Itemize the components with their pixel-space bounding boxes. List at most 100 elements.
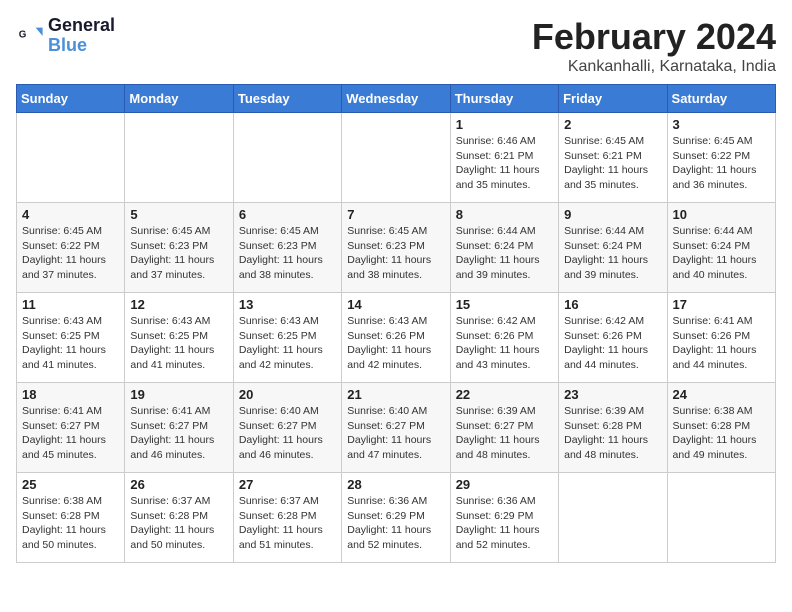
day-info: Sunrise: 6:45 AM Sunset: 6:22 PM Dayligh… — [22, 224, 119, 283]
day-cell: 6 Sunrise: 6:45 AM Sunset: 6:23 PM Daylig… — [233, 203, 341, 293]
day-number: 21 — [347, 387, 444, 402]
day-info: Sunrise: 6:45 AM Sunset: 6:21 PM Dayligh… — [564, 134, 661, 193]
day-info: Sunrise: 6:38 AM Sunset: 6:28 PM Dayligh… — [673, 404, 770, 463]
day-info: Sunrise: 6:43 AM Sunset: 6:26 PM Dayligh… — [347, 314, 444, 373]
day-cell: 20 Sunrise: 6:40 AM Sunset: 6:27 PM Dayli… — [233, 383, 341, 473]
day-cell: 24Sunrise: 6:38 AM Sunset: 6:28 PM Dayli… — [667, 383, 775, 473]
day-number: 7 — [347, 207, 444, 222]
day-info: Sunrise: 6:45 AM Sunset: 6:22 PM Dayligh… — [673, 134, 770, 193]
day-cell: 7 Sunrise: 6:45 AM Sunset: 6:23 PM Daylig… — [342, 203, 450, 293]
day-info: Sunrise: 6:41 AM Sunset: 6:26 PM Dayligh… — [673, 314, 770, 373]
day-cell: 5Sunrise: 6:45 AM Sunset: 6:23 PM Daylig… — [125, 203, 233, 293]
location-title: Kankanhalli, Karnataka, India — [532, 58, 776, 76]
day-cell: 4 Sunrise: 6:45 AM Sunset: 6:22 PM Daylig… — [17, 203, 125, 293]
day-cell: 9Sunrise: 6:44 AM Sunset: 6:24 PM Daylig… — [559, 203, 667, 293]
day-number: 9 — [564, 207, 661, 222]
day-cell: 12 Sunrise: 6:43 AM Sunset: 6:25 PM Dayli… — [125, 293, 233, 383]
day-number: 17 — [673, 297, 770, 312]
day-cell: 15Sunrise: 6:42 AM Sunset: 6:26 PM Dayli… — [450, 293, 558, 383]
day-number: 18 — [22, 387, 119, 402]
day-number: 28 — [347, 477, 444, 492]
title-area: February 2024 Kankanhalli, Karnataka, In… — [532, 16, 776, 76]
week-row-0: 1Sunrise: 6:46 AM Sunset: 6:21 PM Daylig… — [17, 113, 776, 203]
day-number: 26 — [130, 477, 227, 492]
day-cell — [125, 113, 233, 203]
calendar-header: SundayMondayTuesdayWednesdayThursdayFrid… — [17, 85, 776, 113]
day-info: Sunrise: 6:43 AM Sunset: 6:25 PM Dayligh… — [239, 314, 336, 373]
day-info: Sunrise: 6:41 AM Sunset: 6:27 PM Dayligh… — [22, 404, 119, 463]
day-number: 14 — [347, 297, 444, 312]
day-number: 5 — [130, 207, 227, 222]
day-cell: 17 Sunrise: 6:41 AM Sunset: 6:26 PM Dayli… — [667, 293, 775, 383]
day-number: 8 — [456, 207, 553, 222]
day-info: Sunrise: 6:39 AM Sunset: 6:28 PM Dayligh… — [564, 404, 661, 463]
week-row-3: 18 Sunrise: 6:41 AM Sunset: 6:27 PM Dayli… — [17, 383, 776, 473]
day-number: 6 — [239, 207, 336, 222]
calendar-body: 1Sunrise: 6:46 AM Sunset: 6:21 PM Daylig… — [17, 113, 776, 563]
header-cell-thursday: Thursday — [450, 85, 558, 113]
week-row-2: 11 Sunrise: 6:43 AM Sunset: 6:25 PM Dayli… — [17, 293, 776, 383]
day-info: Sunrise: 6:37 AM Sunset: 6:28 PM Dayligh… — [239, 494, 336, 553]
header-cell-wednesday: Wednesday — [342, 85, 450, 113]
day-cell: 14 Sunrise: 6:43 AM Sunset: 6:26 PM Dayli… — [342, 293, 450, 383]
week-row-1: 4 Sunrise: 6:45 AM Sunset: 6:22 PM Daylig… — [17, 203, 776, 293]
logo-icon: G — [16, 22, 44, 50]
day-cell: 29Sunrise: 6:36 AM Sunset: 6:29 PM Dayli… — [450, 473, 558, 563]
day-number: 23 — [564, 387, 661, 402]
day-cell — [559, 473, 667, 563]
calendar-table: SundayMondayTuesdayWednesdayThursdayFrid… — [16, 84, 776, 563]
day-cell: 10Sunrise: 6:44 AM Sunset: 6:24 PM Dayli… — [667, 203, 775, 293]
day-number: 19 — [130, 387, 227, 402]
day-cell: 21 Sunrise: 6:40 AM Sunset: 6:27 PM Dayli… — [342, 383, 450, 473]
day-info: Sunrise: 6:40 AM Sunset: 6:27 PM Dayligh… — [347, 404, 444, 463]
day-number: 4 — [22, 207, 119, 222]
header-cell-tuesday: Tuesday — [233, 85, 341, 113]
day-info: Sunrise: 6:41 AM Sunset: 6:27 PM Dayligh… — [130, 404, 227, 463]
day-number: 3 — [673, 117, 770, 132]
day-number: 27 — [239, 477, 336, 492]
day-cell: 16Sunrise: 6:42 AM Sunset: 6:26 PM Dayli… — [559, 293, 667, 383]
day-info: Sunrise: 6:46 AM Sunset: 6:21 PM Dayligh… — [456, 134, 553, 193]
day-info: Sunrise: 6:36 AM Sunset: 6:29 PM Dayligh… — [347, 494, 444, 553]
logo-line1: General — [48, 16, 115, 36]
day-info: Sunrise: 6:40 AM Sunset: 6:27 PM Dayligh… — [239, 404, 336, 463]
day-info: Sunrise: 6:43 AM Sunset: 6:25 PM Dayligh… — [22, 314, 119, 373]
day-cell: 3 Sunrise: 6:45 AM Sunset: 6:22 PM Daylig… — [667, 113, 775, 203]
day-info: Sunrise: 6:45 AM Sunset: 6:23 PM Dayligh… — [239, 224, 336, 283]
day-number: 11 — [22, 297, 119, 312]
day-cell: 23 Sunrise: 6:39 AM Sunset: 6:28 PM Dayli… — [559, 383, 667, 473]
day-cell — [233, 113, 341, 203]
header: G General Blue February 2024 Kankanhalli… — [16, 16, 776, 76]
day-number: 16 — [564, 297, 661, 312]
day-cell: 26 Sunrise: 6:37 AM Sunset: 6:28 PM Dayli… — [125, 473, 233, 563]
day-number: 25 — [22, 477, 119, 492]
day-cell — [17, 113, 125, 203]
day-cell: 8Sunrise: 6:44 AM Sunset: 6:24 PM Daylig… — [450, 203, 558, 293]
day-info: Sunrise: 6:44 AM Sunset: 6:24 PM Dayligh… — [673, 224, 770, 283]
day-cell: 22Sunrise: 6:39 AM Sunset: 6:27 PM Dayli… — [450, 383, 558, 473]
day-cell: 1Sunrise: 6:46 AM Sunset: 6:21 PM Daylig… — [450, 113, 558, 203]
day-number: 20 — [239, 387, 336, 402]
day-number: 29 — [456, 477, 553, 492]
day-cell: 2 Sunrise: 6:45 AM Sunset: 6:21 PM Daylig… — [559, 113, 667, 203]
day-number: 2 — [564, 117, 661, 132]
day-number: 13 — [239, 297, 336, 312]
week-row-4: 25 Sunrise: 6:38 AM Sunset: 6:28 PM Dayli… — [17, 473, 776, 563]
day-info: Sunrise: 6:38 AM Sunset: 6:28 PM Dayligh… — [22, 494, 119, 553]
day-cell: 25 Sunrise: 6:38 AM Sunset: 6:28 PM Dayli… — [17, 473, 125, 563]
day-cell: 13 Sunrise: 6:43 AM Sunset: 6:25 PM Dayli… — [233, 293, 341, 383]
day-cell: 19 Sunrise: 6:41 AM Sunset: 6:27 PM Dayli… — [125, 383, 233, 473]
day-number: 22 — [456, 387, 553, 402]
header-cell-friday: Friday — [559, 85, 667, 113]
header-cell-saturday: Saturday — [667, 85, 775, 113]
day-cell: 18 Sunrise: 6:41 AM Sunset: 6:27 PM Dayli… — [17, 383, 125, 473]
day-info: Sunrise: 6:43 AM Sunset: 6:25 PM Dayligh… — [130, 314, 227, 373]
month-title: February 2024 — [532, 16, 776, 58]
day-info: Sunrise: 6:37 AM Sunset: 6:28 PM Dayligh… — [130, 494, 227, 553]
header-row: SundayMondayTuesdayWednesdayThursdayFrid… — [17, 85, 776, 113]
day-number: 12 — [130, 297, 227, 312]
header-cell-sunday: Sunday — [17, 85, 125, 113]
logo-line2: Blue — [48, 36, 115, 56]
day-cell: 27 Sunrise: 6:37 AM Sunset: 6:28 PM Dayli… — [233, 473, 341, 563]
day-info: Sunrise: 6:45 AM Sunset: 6:23 PM Dayligh… — [347, 224, 444, 283]
